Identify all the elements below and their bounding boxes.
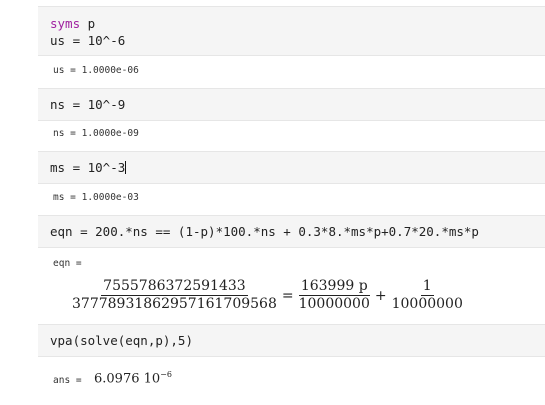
code-cell-1[interactable]: syms p us = 10^-6 [38, 6, 545, 56]
syms-keyword: syms [50, 16, 81, 31]
output-ms: ms = 1.0000e-03 [53, 192, 139, 203]
code-line: ms = 10^-3 [50, 160, 127, 175]
output-ns: ns = 1.0000e-09 [53, 128, 139, 139]
code-line: eqn = 200.*ns == (1-p)*100.*ns + 0.3*8.*… [50, 224, 479, 239]
output-eqn-label: eqn = [53, 258, 82, 269]
code-line: ns = 10^-9 [50, 97, 126, 112]
term1-fraction: 163999 p 10000000 [298, 278, 370, 312]
code-cell-2[interactable]: ns = 10^-9 [38, 88, 545, 121]
code-cell-5[interactable]: vpa(solve(eqn,p),5) [38, 324, 545, 357]
code-line: syms p [50, 16, 96, 31]
plus-sign: + [374, 287, 387, 304]
lhs-fraction: 7555786372591433 37778931862957161709568 [72, 278, 277, 312]
text-cursor [125, 161, 127, 174]
equals-sign: = [281, 287, 294, 304]
output-ans-label: ans = [53, 375, 82, 386]
code-line: us = 10^-6 [50, 33, 126, 48]
eqn-symbolic-output: 7555786372591433 37778931862957161709568… [70, 279, 465, 312]
output-us: us = 1.0000e-06 [53, 65, 139, 76]
code-cell-3[interactable]: ms = 10^-3 [38, 151, 545, 184]
ans-value: 6.0976 10−6 [94, 370, 172, 387]
code-line: vpa(solve(eqn,p),5) [50, 333, 193, 348]
code-cell-4[interactable]: eqn = 200.*ns == (1-p)*100.*ns + 0.3*8.*… [38, 215, 545, 248]
term2-fraction: 1 10000000 [391, 278, 463, 312]
